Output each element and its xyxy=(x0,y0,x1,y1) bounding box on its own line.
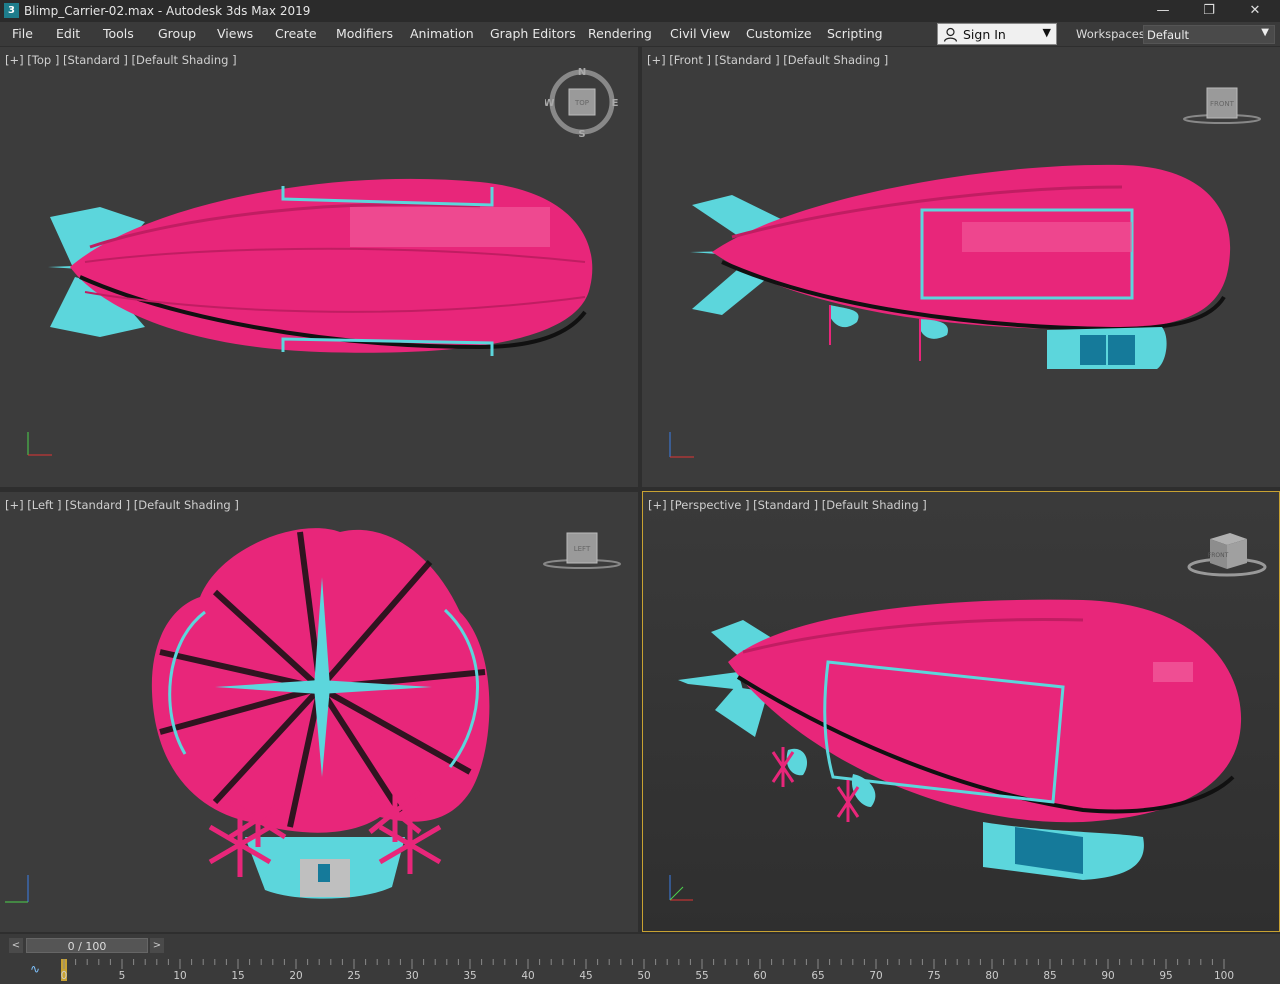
svg-text:FRONT: FRONT xyxy=(1210,100,1235,108)
menu-civil-view[interactable]: Civil View xyxy=(670,26,730,41)
timeline-tick-label: 55 xyxy=(695,970,709,982)
menu-create[interactable]: Create xyxy=(275,26,317,41)
viewport-top[interactable]: [+] [Top ] [Standard ] [Default Shading … xyxy=(0,47,638,487)
svg-text:W: W xyxy=(545,98,555,109)
viewcube-left-icon[interactable]: LEFT xyxy=(540,530,625,575)
sign-in-dropdown[interactable]: Sign In ▼ xyxy=(937,23,1057,45)
timeline-tick-label: 70 xyxy=(869,970,883,982)
svg-text:E: E xyxy=(612,98,619,109)
workspaces-value: Default xyxy=(1147,28,1190,42)
menu-rendering[interactable]: Rendering xyxy=(588,26,652,41)
timeline-tick-label: 20 xyxy=(289,970,303,982)
svg-text:S: S xyxy=(578,129,585,140)
viewcube-front-icon[interactable]: FRONT xyxy=(1180,85,1265,130)
svg-text:LEFT: LEFT xyxy=(574,545,591,553)
timeline-tick-label: 90 xyxy=(1101,970,1115,982)
sign-in-label: Sign In xyxy=(963,27,1006,42)
menu-file[interactable]: File xyxy=(12,26,33,41)
chevron-down-icon: ▼ xyxy=(1042,26,1051,39)
menu-views[interactable]: Views xyxy=(217,26,253,41)
close-icon[interactable]: ✕ xyxy=(1232,0,1278,22)
menu-graph-editors[interactable]: Graph Editors xyxy=(490,26,576,41)
viewcube-perspective-icon[interactable]: FRONT xyxy=(1185,527,1270,579)
curve-editor-icon: ∿ xyxy=(30,962,40,976)
menu-tools[interactable]: Tools xyxy=(103,26,134,41)
viewcube-compass-icon[interactable]: TOP N S E W xyxy=(545,67,620,142)
svg-text:FRONT: FRONT xyxy=(1208,552,1229,559)
blimp-perspective-view xyxy=(669,599,1242,901)
timeline-tick-label: 10 xyxy=(173,970,187,982)
title-bar: 3 Blimp_Carrier-02.max - Autodesk 3ds Ma… xyxy=(0,0,1280,22)
timeline-tick-label: 30 xyxy=(405,970,419,982)
svg-text:TOP: TOP xyxy=(574,99,589,107)
svg-text:N: N xyxy=(578,67,586,78)
timeline-tick-label: 85 xyxy=(1043,970,1057,982)
restore-icon[interactable]: ❐ xyxy=(1186,0,1232,22)
workspaces-select[interactable]: Default ▼ xyxy=(1143,25,1275,44)
menu-scripting[interactable]: Scripting xyxy=(827,26,883,41)
timeline-tick-label: 95 xyxy=(1159,970,1173,982)
minimize-icon[interactable]: — xyxy=(1140,0,1186,22)
frame-display: 0 / 100 xyxy=(67,940,107,953)
menu-animation[interactable]: Animation xyxy=(410,26,474,41)
window-title: Blimp_Carrier-02.max - Autodesk 3ds Max … xyxy=(24,4,311,18)
viewport-left[interactable]: [+] [Left ] [Standard ] [Default Shading… xyxy=(0,492,638,932)
next-frame-icon[interactable]: > xyxy=(150,938,164,953)
timeline-tick-label: 35 xyxy=(463,970,477,982)
viewport-perspective[interactable]: [+] [Perspective ] [Standard ] [Default … xyxy=(642,491,1280,932)
timeline-tick-label: 50 xyxy=(637,970,651,982)
time-slider[interactable]: 0 / 100 xyxy=(26,938,148,953)
timeline-tick-label: 80 xyxy=(985,970,999,982)
viewport-front[interactable]: [+] [Front ] [Standard ] [Default Shadin… xyxy=(642,47,1280,487)
menu-customize[interactable]: Customize xyxy=(746,26,812,41)
menu-group[interactable]: Group xyxy=(158,26,196,41)
user-icon xyxy=(943,27,958,42)
timeline-tick-label: 65 xyxy=(811,970,825,982)
menu-modifiers[interactable]: Modifiers xyxy=(336,26,393,41)
app-icon: 3 xyxy=(4,3,19,18)
timeline-tick-label: 75 xyxy=(927,970,941,982)
timeline-tick-label: 60 xyxy=(753,970,767,982)
timeline-tick-label: 45 xyxy=(579,970,593,982)
chevron-down-icon: ▼ xyxy=(1261,27,1269,38)
timeline-tick-label: 15 xyxy=(231,970,245,982)
workspaces-label: Workspaces: xyxy=(1076,27,1149,41)
timeline-tick-label: 100 xyxy=(1213,970,1235,982)
timeline-tick-label: 0 xyxy=(60,970,68,982)
blimp-top-view xyxy=(27,178,593,456)
menu-edit[interactable]: Edit xyxy=(56,26,80,41)
prev-frame-icon[interactable]: < xyxy=(9,938,23,953)
timeline-tick-label: 40 xyxy=(521,970,535,982)
timeline-tick-label: 5 xyxy=(118,970,126,982)
timeline-tick-label: 25 xyxy=(347,970,361,982)
